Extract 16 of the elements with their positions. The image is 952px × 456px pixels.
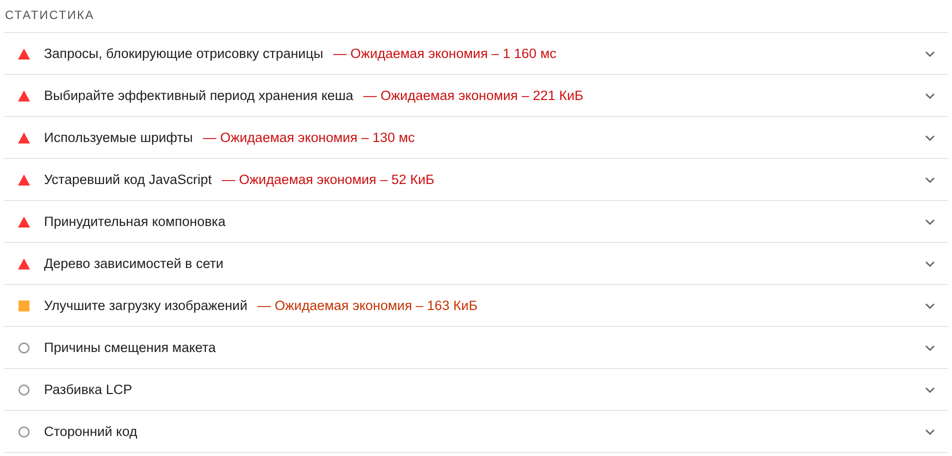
audit-title: Улучшите загрузку изображений (44, 298, 248, 313)
estimated-savings: — Ожидаемая экономия – 163 КиБ (257, 298, 478, 313)
audit-title: Причины смещения макета (44, 340, 216, 355)
audit-title: Используемые шрифты (44, 130, 193, 145)
estimated-savings: — Ожидаемая экономия – 221 КиБ (363, 88, 584, 103)
audit-title: Устаревший код JavaScript (44, 172, 212, 187)
estimated-savings: — Ожидаемая экономия – 130 мс (202, 130, 415, 145)
audit-title: Сторонний код (44, 424, 138, 439)
audit-title: Выбирайте эффективный период хранения кеша (44, 88, 354, 103)
audit-title: Дерево зависимостей в сети (44, 256, 224, 271)
audit-title: Разбивка LCP (44, 382, 132, 397)
audit-title: Принудительная компоновка (44, 214, 226, 229)
estimated-savings: — Ожидаемая экономия – 1 160 мс (333, 46, 556, 61)
audit-title: Запросы, блокирующие отрисовку страницы (44, 46, 324, 61)
estimated-savings: — Ожидаемая экономия – 52 КиБ (222, 172, 434, 187)
section-heading: СТАТИСТИКА (4, 0, 948, 33)
